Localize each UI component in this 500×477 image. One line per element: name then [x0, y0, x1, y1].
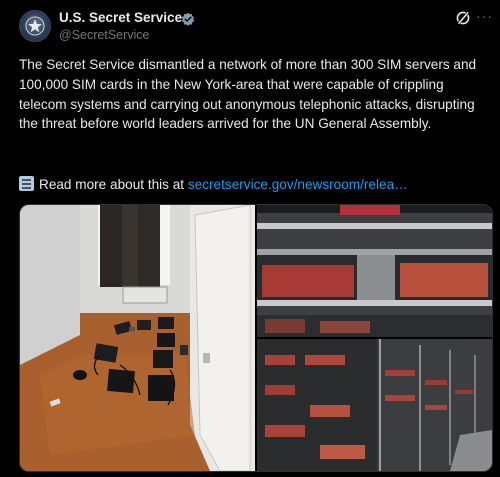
link-line: Read more about this at secretservice.go… [19, 175, 408, 195]
link-prefix: Read more about this at [39, 177, 185, 192]
tweet: U.S. Secret Service @SecretService ··· T… [0, 0, 500, 477]
media-image-sim-rack-top[interactable] [257, 205, 492, 337]
media-grid [19, 204, 493, 472]
account-name[interactable]: U.S. Secret Service [59, 10, 182, 25]
avatar[interactable] [19, 10, 51, 42]
media-image-sim-rack-bottom[interactable] [257, 339, 492, 471]
account-handle[interactable]: @SecretService [59, 28, 150, 42]
media-image-room[interactable] [20, 205, 255, 471]
grok-icon[interactable] [455, 10, 471, 26]
more-options-icon[interactable]: ··· [476, 9, 492, 26]
post-text: The Secret Service dismantled a network … [19, 57, 477, 132]
verified-badge-icon [181, 12, 195, 26]
star-seal-icon [25, 16, 45, 36]
article-link[interactable]: secretservice.gov/newsroom/relea… [188, 177, 408, 192]
newspaper-icon [19, 176, 34, 191]
